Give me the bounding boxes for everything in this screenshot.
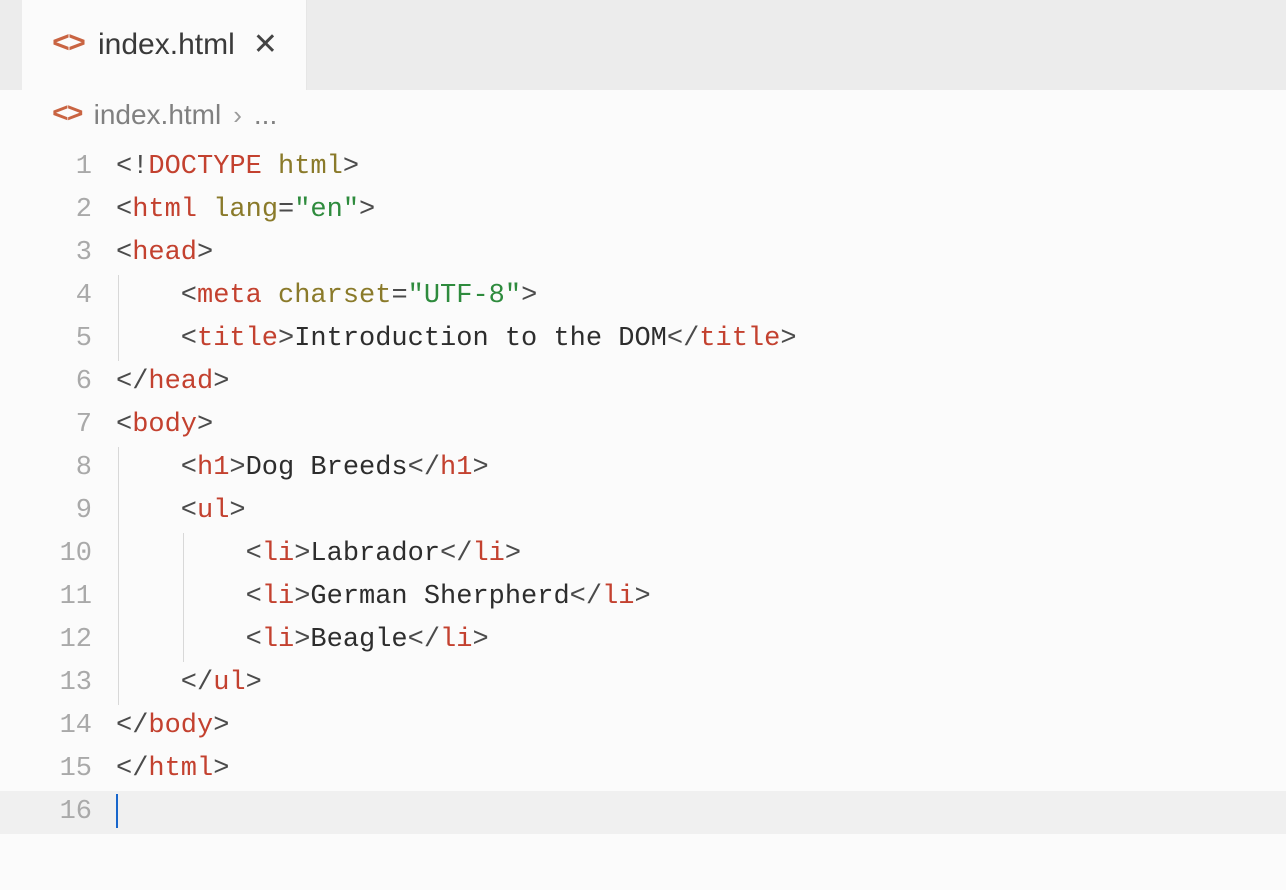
indent-guide [183,576,184,619]
code-line[interactable]: 15</html> [0,748,1286,791]
breadcrumb[interactable]: <> index.html › ... [0,90,1286,140]
indent-guide [118,533,119,576]
indent-guide [118,490,119,533]
code-text: <!DOCTYPE html> [116,152,359,182]
indent-guide [118,619,119,662]
line-number: 11 [0,576,116,619]
line-number: 15 [0,748,116,791]
code-line[interactable]: 8 <h1>Dog Breeds</h1> [0,447,1286,490]
line-number: 10 [0,533,116,576]
indent-guide [183,533,184,576]
line-number: 13 [0,662,116,705]
indent-guide [118,576,119,619]
code-line[interactable]: 14</body> [0,705,1286,748]
line-number: 9 [0,490,116,533]
code-line[interactable]: 2<html lang="en"> [0,189,1286,232]
code-line[interactable]: 13 </ul> [0,662,1286,705]
breadcrumb-filename: index.html [94,99,222,131]
code-line[interactable]: 5 <title>Introduction to the DOM</title> [0,318,1286,361]
line-number: 16 [0,791,116,834]
code-line[interactable]: 3<head> [0,232,1286,275]
tab-label: index.html [98,28,235,62]
code-line[interactable]: 10 <li>Labrador</li> [0,533,1286,576]
line-number: 1 [0,146,116,189]
close-icon[interactable]: ✕ [253,30,278,60]
code-text: </head> [116,367,229,397]
code-text: <head> [116,238,213,268]
line-number: 12 [0,619,116,662]
html-file-icon: <> [52,100,82,131]
code-text: <li>Labrador</li> [246,539,521,569]
line-number: 4 [0,275,116,318]
line-number: 5 [0,318,116,361]
line-number: 3 [0,232,116,275]
line-number: 2 [0,189,116,232]
code-line[interactable]: 4 <meta charset="UTF-8"> [0,275,1286,318]
line-number: 6 [0,361,116,404]
text-cursor [116,794,118,828]
code-text: <meta charset="UTF-8"> [181,281,537,311]
code-text: <h1>Dog Breeds</h1> [181,453,489,483]
tab-bar: <> index.html ✕ [0,0,1286,90]
line-number: 14 [0,705,116,748]
code-text: <html lang="en"> [116,195,375,225]
code-text: <ul> [181,496,246,526]
indent-guide [118,662,119,705]
chevron-right-icon: › [233,100,242,131]
code-editor[interactable]: 1<!DOCTYPE html>2<html lang="en">3<head>… [0,140,1286,890]
code-line[interactable]: 16 [0,791,1286,834]
line-number: 8 [0,447,116,490]
code-text: <title>Introduction to the DOM</title> [181,324,797,354]
editor-window: <> index.html ✕ <> index.html › ... 1<!D… [0,0,1286,890]
code-text: <li>Beagle</li> [246,625,489,655]
tab-index-html[interactable]: <> index.html ✕ [22,0,307,90]
code-text: </body> [116,711,229,741]
code-line[interactable]: 11 <li>German Sherpherd</li> [0,576,1286,619]
indent-guide [118,275,119,318]
indent-guide [118,447,119,490]
code-text: <body> [116,410,213,440]
html-file-icon: <> [52,28,84,62]
indent-guide [183,619,184,662]
code-line[interactable]: 12 <li>Beagle</li> [0,619,1286,662]
line-number: 7 [0,404,116,447]
indent-guide [118,318,119,361]
code-text: </ul> [181,668,262,698]
code-line[interactable]: 1<!DOCTYPE html> [0,146,1286,189]
code-line[interactable]: 6</head> [0,361,1286,404]
code-text: </html> [116,754,229,784]
breadcrumb-rest: ... [254,99,277,131]
code-line[interactable]: 9 <ul> [0,490,1286,533]
code-text: <li>German Sherpherd</li> [246,582,651,612]
code-line[interactable]: 7<body> [0,404,1286,447]
code-text [116,797,118,827]
